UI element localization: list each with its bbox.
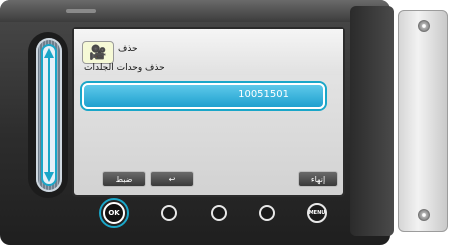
menu-button[interactable]: MENU (307, 203, 327, 223)
hardware-button-2[interactable] (161, 205, 177, 221)
video-camera-icon: 🎥 (89, 44, 107, 61)
top-slot (66, 9, 96, 13)
hardware-button-3[interactable] (211, 205, 227, 221)
screw-icon (418, 209, 430, 221)
menu-subtitle: حذف وحدات الجلدات (84, 63, 165, 73)
back-arrow-icon: ↩ (168, 174, 176, 184)
screen-content: 🎥 حذف حذف وحدات الجلدات 10051501 ضبط ↩ إ… (74, 29, 343, 195)
screw-icon (418, 20, 430, 32)
camera-top-bezel (0, 0, 390, 22)
scroll-track[interactable] (41, 44, 57, 186)
up-down-arrows-icon (44, 48, 54, 182)
set-button[interactable]: ضبط (102, 171, 146, 187)
hardware-button-4[interactable] (259, 205, 275, 221)
end-button[interactable]: إنهاء (298, 171, 338, 187)
selected-item-field[interactable]: 10051501 (82, 83, 325, 109)
camera-ui: 🎥 حذف حذف وحدات الجلدات 10051501 ضبط ↩ إ… (0, 0, 451, 245)
side-panel (398, 10, 448, 232)
hinge-panel (350, 6, 394, 236)
back-button[interactable]: ↩ (150, 171, 194, 187)
menu-title: حذف (118, 44, 138, 54)
lcd-screen: 🎥 حذف حذف وحدات الجلدات 10051501 ضبط ↩ إ… (72, 27, 345, 197)
selected-item-value: 10051501 (238, 89, 289, 100)
ok-button[interactable]: OK (103, 202, 125, 224)
video-mode-button[interactable]: 🎥 (82, 41, 114, 64)
